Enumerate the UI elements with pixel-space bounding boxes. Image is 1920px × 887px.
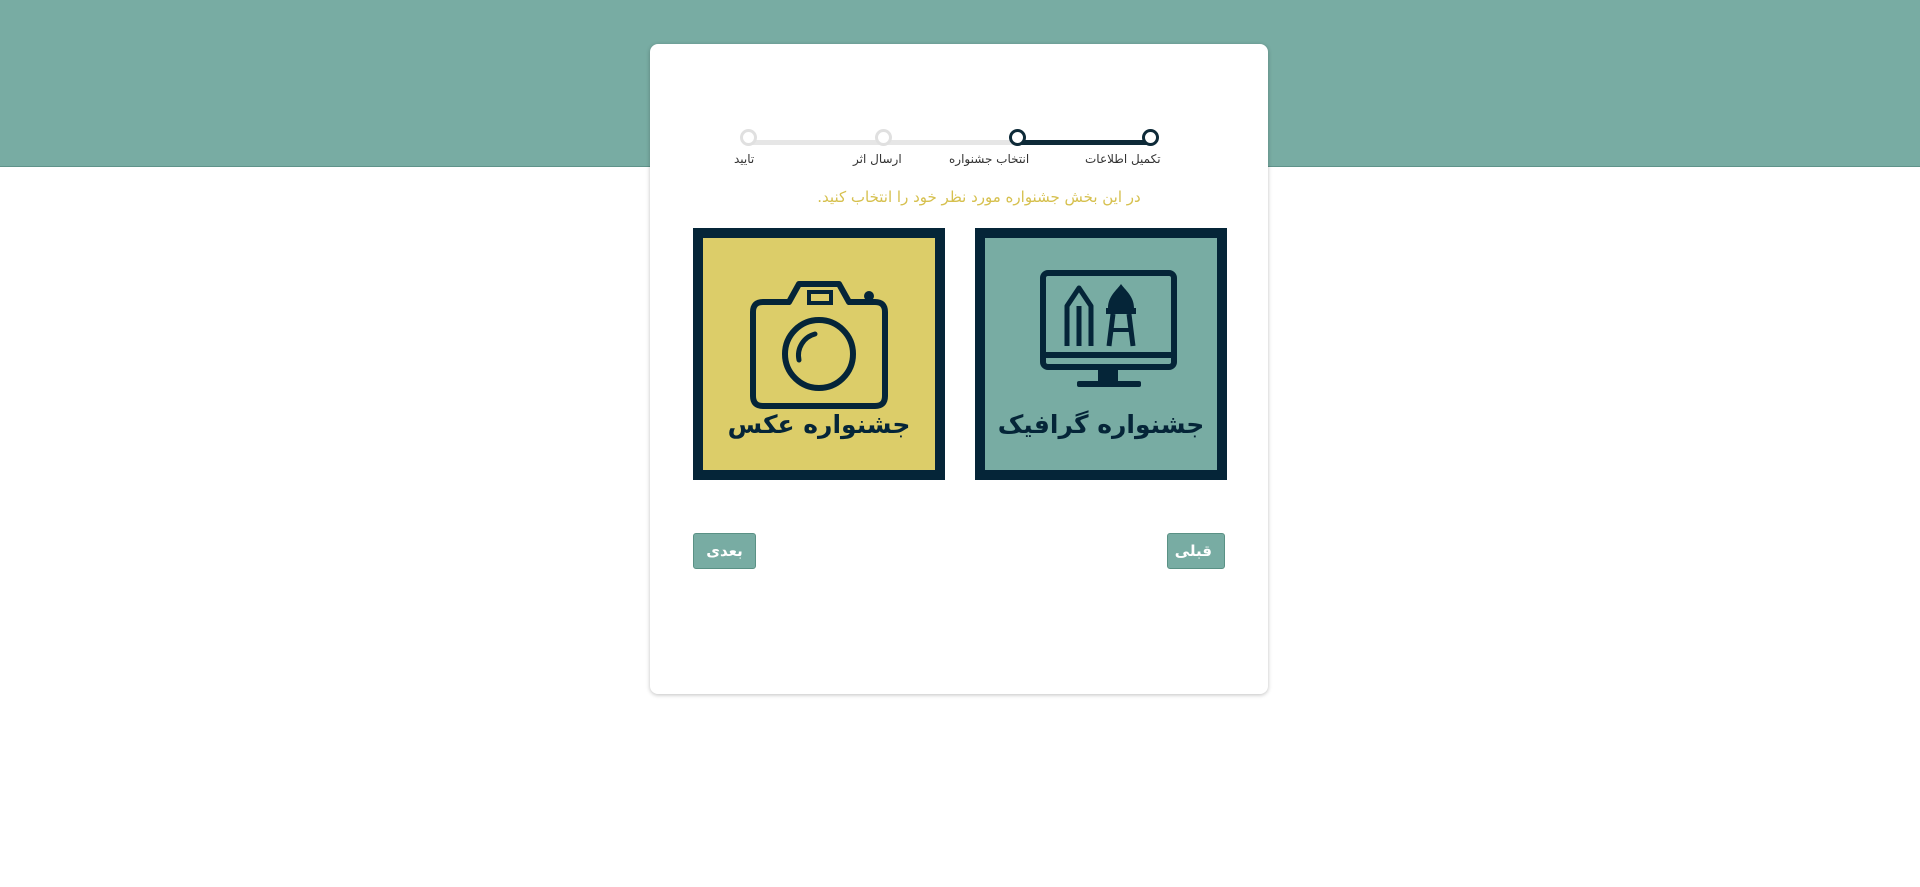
graphic-festival-card[interactable]: جشنواره گرافیک: [975, 228, 1227, 480]
step-4-label: تایید: [734, 152, 755, 166]
step-3-label: ارسال اثر: [853, 152, 902, 166]
step-2-label: انتخاب جشنواره: [949, 152, 1030, 166]
stepper-progress: [1018, 140, 1150, 145]
graphic-festival-panel: جشنواره گرافیک: [985, 238, 1217, 470]
photo-festival-label: جشنواره عکس: [727, 410, 911, 439]
instruction-text: در این بخش جشنواره مورد نظر خود را انتخا…: [817, 188, 1141, 206]
photo-festival-panel: جشنواره عکس: [703, 238, 935, 470]
graphic-festival-label: جشنواره گرافیک: [997, 410, 1205, 439]
step-2-dot: [1009, 129, 1026, 146]
step-3-dot: [875, 129, 892, 146]
step-1-dot: [1142, 129, 1159, 146]
previous-button[interactable]: قبلی: [1167, 533, 1225, 569]
photo-festival-card[interactable]: جشنواره عکس: [693, 228, 945, 480]
next-button[interactable]: بعدی: [693, 533, 756, 569]
wizard-card: تکمیل اطلاعات انتخاب جشنواره ارسال اثر ت…: [650, 44, 1268, 694]
step-4-dot: [740, 129, 757, 146]
step-1-label: تکمیل اطلاعات: [1085, 152, 1161, 166]
